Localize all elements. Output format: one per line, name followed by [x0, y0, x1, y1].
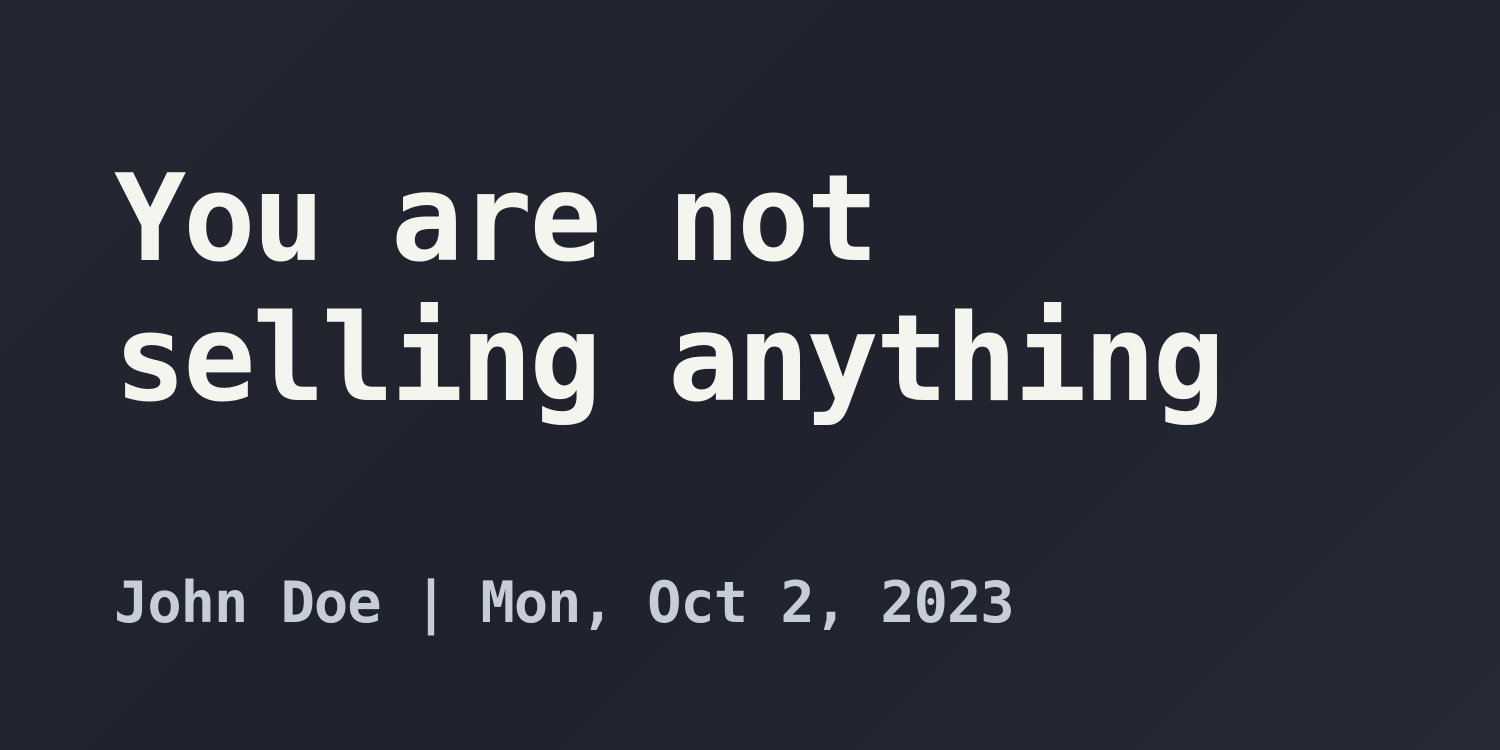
- post-date: Mon, Oct 2, 2023: [480, 570, 1015, 636]
- author-name: John Doe: [114, 570, 382, 636]
- post-title: You are not selling anything: [114, 150, 1225, 429]
- meta-separator: |: [413, 570, 448, 636]
- post-meta: John Doe | Mon, Oct 2, 2023: [114, 568, 1015, 638]
- social-card: You are not selling anything John Doe | …: [0, 0, 1500, 750]
